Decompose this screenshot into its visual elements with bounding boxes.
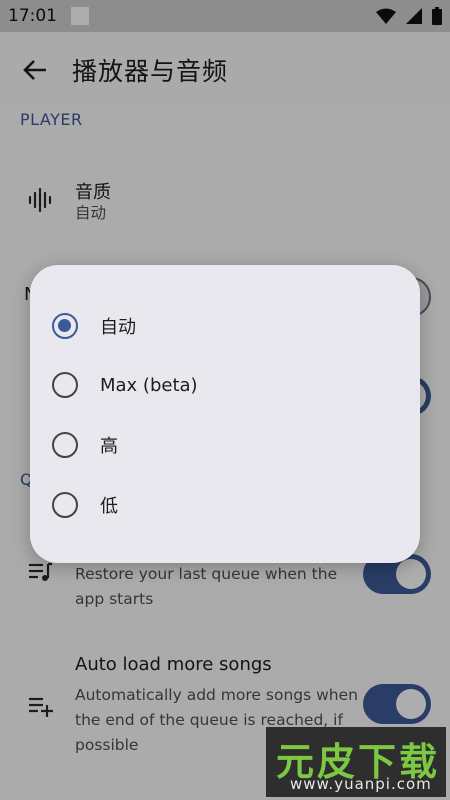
option-high[interactable]: 高 <box>30 417 420 473</box>
option-label: 低 <box>100 496 118 517</box>
option-label: 自动 <box>100 317 136 338</box>
radio-dot <box>58 319 71 332</box>
radio-button-selected[interactable] <box>52 313 78 339</box>
watermark: 元皮下载 www.yuanpi.com <box>266 727 446 797</box>
option-low[interactable]: 低 <box>30 477 420 533</box>
audio-quality-dialog: 自动 Max (beta) 高 低 <box>30 265 420 563</box>
option-label: Max (beta) <box>100 374 198 396</box>
option-auto[interactable]: 自动 <box>30 298 420 354</box>
watermark-url: www.yuanpi.com <box>290 775 432 793</box>
radio-button[interactable] <box>52 372 78 398</box>
option-max-beta[interactable]: Max (beta) <box>30 357 420 413</box>
option-label: 高 <box>100 436 118 457</box>
radio-button[interactable] <box>52 492 78 518</box>
radio-button[interactable] <box>52 432 78 458</box>
